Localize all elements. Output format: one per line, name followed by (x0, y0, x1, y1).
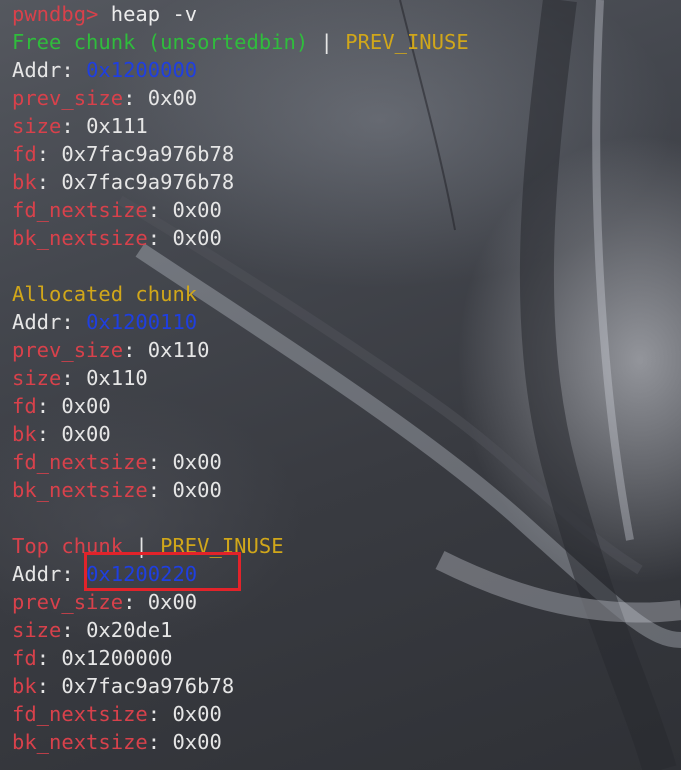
terminal-output: pwndbg> heap -v Free chunk (unsortedbin)… (12, 0, 672, 756)
chunk-field-row: fd: 0x1200000 (12, 646, 173, 670)
field-name: fd (12, 142, 37, 166)
command-text: heap -v (110, 2, 198, 26)
chunk-addr-row: Addr: 0x1200110 (12, 310, 198, 334)
field-value: 0x00 (147, 86, 198, 110)
field-value: 0x00 (172, 450, 222, 474)
field-name: fd (12, 394, 37, 418)
field-value: 0x00 (147, 590, 198, 614)
chunk-field-row: bk: 0x00 (12, 422, 111, 446)
field-name: size (12, 366, 62, 390)
chunk-field-row: fd: 0x7fac9a976b78 (12, 142, 235, 166)
field-name: prev_size (12, 590, 124, 614)
chunk-addr-row: Addr: 0x1200000 (12, 58, 198, 82)
chunk-field-row: fd: 0x00 (12, 394, 111, 418)
chunk-field-row: fd_nextsize: 0x00 (12, 198, 222, 222)
field-name: bk (12, 422, 37, 446)
chunk-field-row: size: 0x111 (12, 114, 148, 138)
field-value: 0x00 (172, 478, 222, 502)
highlight-box (84, 552, 241, 591)
addr-label: Addr (12, 310, 62, 334)
field-name: bk (12, 674, 37, 698)
addr-label: Addr (12, 562, 62, 586)
chunk-address: 0x1200110 (86, 310, 198, 334)
field-name: prev_size (12, 338, 124, 362)
field-name: fd_nextsize (12, 702, 148, 726)
field-name: prev_size (12, 86, 124, 110)
field-value: 0x7fac9a976b78 (61, 674, 235, 698)
field-value: 0x111 (86, 114, 148, 138)
chunk-field-row: bk_nextsize: 0x00 (12, 226, 222, 250)
chunk-field-row: size: 0x20de1 (12, 618, 173, 642)
chunk-header-free: Free chunk (unsortedbin) | PREV_INUSE (12, 28, 672, 56)
chunk-separator: | (308, 30, 346, 54)
field-name: fd_nextsize (12, 450, 148, 474)
addr-label: Addr (12, 58, 62, 82)
field-name: bk (12, 170, 37, 194)
chunk-header-allocated: Allocated chunk (12, 280, 672, 308)
chunk-field-row: fd_nextsize: 0x00 (12, 450, 222, 474)
chunk-field-row: prev_size: 0x110 (12, 338, 210, 362)
chunk-field-row: bk_nextsize: 0x00 (12, 730, 222, 754)
field-name: bk_nextsize (12, 478, 148, 502)
field-value: 0x00 (172, 702, 222, 726)
field-name: bk_nextsize (12, 226, 148, 250)
field-name: size (12, 114, 62, 138)
field-name: fd (12, 646, 37, 670)
chunk-field-row: size: 0x110 (12, 366, 148, 390)
chunk-title: Free chunk (unsortedbin) (12, 30, 309, 54)
field-value: 0x110 (147, 338, 210, 362)
chunk-field-row: bk: 0x7fac9a976b78 (12, 674, 235, 698)
chunk-flag: PREV_INUSE (345, 30, 469, 54)
field-value: 0x20de1 (86, 618, 173, 642)
field-value: 0x00 (61, 394, 111, 418)
field-name: fd_nextsize (12, 198, 148, 222)
chunk-field-row: bk: 0x7fac9a976b78 (12, 170, 235, 194)
field-value: 0x7fac9a976b78 (61, 142, 235, 166)
field-value: 0x1200000 (61, 646, 173, 670)
field-value: 0x00 (172, 226, 222, 250)
command-line: pwndbg> heap -v (12, 0, 672, 28)
field-value: 0x00 (172, 730, 222, 754)
chunk-field-row: prev_size: 0x00 (12, 590, 198, 614)
chunk-field-row: prev_size: 0x00 (12, 86, 198, 110)
field-value: 0x00 (172, 198, 222, 222)
field-name: bk_nextsize (12, 730, 148, 754)
chunk-address: 0x1200000 (86, 58, 198, 82)
chunk-field-row: fd_nextsize: 0x00 (12, 702, 222, 726)
chunk-field-row: bk_nextsize: 0x00 (12, 478, 222, 502)
field-name: size (12, 618, 62, 642)
chunk-title: Allocated chunk (12, 282, 198, 306)
field-value: 0x110 (86, 366, 148, 390)
field-value: 0x00 (61, 422, 111, 446)
shell-prompt: pwndbg> (12, 2, 99, 26)
field-value: 0x7fac9a976b78 (61, 170, 235, 194)
